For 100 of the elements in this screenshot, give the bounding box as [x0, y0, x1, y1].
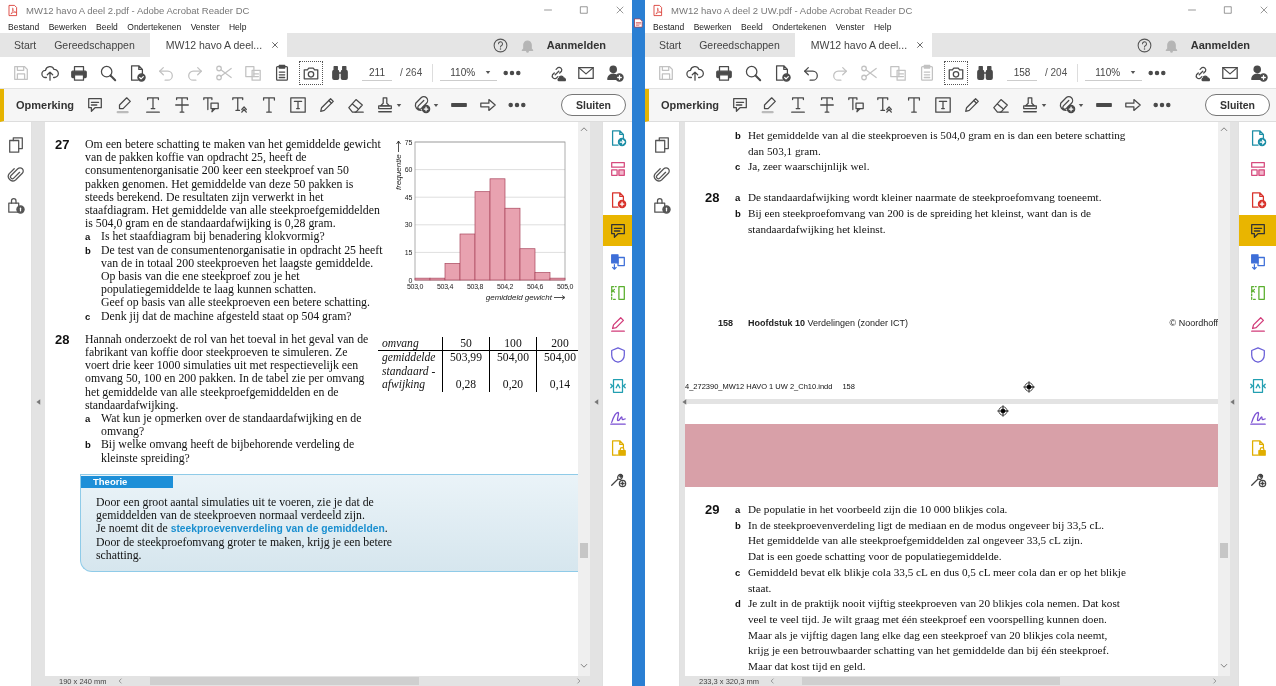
caret-icon[interactable] — [1041, 102, 1048, 108]
text-box-icon[interactable] — [288, 96, 307, 114]
tab[interactable]: Gereedschappen — [690, 33, 789, 57]
add-user-icon[interactable] — [1249, 63, 1268, 82]
tab[interactable]: Start — [645, 33, 691, 57]
pages-icon[interactable] — [6, 136, 25, 154]
insert-text-icon[interactable] — [875, 96, 894, 114]
caret-icon[interactable] — [433, 102, 440, 108]
speech-bubble-icon[interactable] — [603, 215, 632, 246]
document-lock-icon[interactable] — [6, 196, 25, 214]
pen-icon[interactable] — [1248, 314, 1267, 333]
document-arrows-icon[interactable] — [608, 376, 627, 395]
menu-item[interactable]: Bestand — [8, 21, 40, 32]
strikethrough-icon[interactable] — [172, 96, 191, 114]
paperclip-plus-icon[interactable] — [412, 96, 431, 114]
insert-text-icon[interactable] — [230, 96, 249, 114]
chevron-down-icon[interactable] — [580, 662, 588, 670]
documents-icon[interactable] — [608, 252, 627, 271]
caret-icon[interactable] — [396, 102, 403, 108]
eraser-icon[interactable] — [346, 96, 365, 114]
pen-icon[interactable] — [608, 314, 627, 333]
sign-in-link[interactable]: Aanmelden — [546, 39, 606, 51]
chevron-up-icon[interactable] — [1220, 125, 1228, 133]
highlighter-icon[interactable] — [114, 96, 133, 114]
camera-icon[interactable] — [943, 60, 968, 85]
text-box-icon[interactable] — [933, 96, 952, 114]
replace-text-icon[interactable] — [201, 96, 220, 114]
menu-item[interactable]: Help — [873, 21, 892, 32]
scrollbar-thumb[interactable] — [580, 543, 588, 558]
print-icon[interactable] — [714, 63, 733, 82]
tab[interactable]: Gereedschappen — [45, 33, 144, 57]
search-icon[interactable] — [98, 63, 117, 82]
menu-item[interactable]: Beeld — [741, 21, 763, 32]
close-button[interactable]: Sluiten — [1205, 94, 1270, 116]
pages-icon[interactable] — [653, 136, 671, 154]
cloud-upload-icon[interactable] — [40, 63, 59, 82]
arrow-icon[interactable] — [1123, 96, 1142, 114]
stamp-icon[interactable] — [375, 96, 394, 114]
document-arrows-icon[interactable] — [1248, 376, 1267, 395]
page-number-field[interactable]: 158 — [1007, 64, 1037, 81]
scrollbar-thumb[interactable] — [1220, 543, 1228, 558]
speech-bubble-icon[interactable] — [1239, 215, 1276, 246]
close-icon[interactable] — [271, 41, 280, 49]
panel-toggle-icon[interactable] — [593, 398, 600, 406]
scrollbar-thumb[interactable] — [801, 677, 1061, 685]
menu-item[interactable]: Bewerken — [693, 21, 732, 32]
menu-item[interactable]: Bestand — [653, 21, 685, 32]
columns-icon[interactable] — [1248, 283, 1267, 302]
tab[interactable]: MW12 havo A deel... — [149, 33, 288, 57]
replace-text-icon[interactable] — [846, 96, 865, 114]
paperclip-icon[interactable] — [653, 166, 671, 184]
close-button[interactable]: Sluiten — [561, 94, 626, 116]
comment-icon[interactable] — [730, 96, 749, 114]
scrollbar-thumb[interactable] — [149, 677, 419, 685]
stamp-icon[interactable] — [1020, 96, 1039, 114]
cloud-upload-icon[interactable] — [685, 63, 704, 82]
tab[interactable]: MW12 havo A deel... — [794, 33, 933, 57]
documents-icon[interactable] — [1248, 252, 1267, 271]
pencil-icon[interactable] — [962, 96, 981, 114]
binoculars-icon[interactable] — [330, 63, 349, 82]
underline-text-icon[interactable] — [788, 96, 807, 114]
tab[interactable]: Start — [0, 33, 46, 57]
binoculars-icon[interactable] — [975, 63, 994, 82]
camera-icon[interactable] — [298, 60, 323, 85]
help-icon[interactable] — [492, 37, 508, 53]
columns-icon[interactable] — [608, 283, 627, 302]
zoom-dropdown[interactable]: 110% — [440, 64, 498, 81]
document-lock-icon[interactable] — [653, 196, 671, 214]
eraser-icon[interactable] — [991, 96, 1010, 114]
highlighter-icon[interactable] — [759, 96, 778, 114]
close-icon[interactable] — [916, 41, 925, 49]
chevron-up-icon[interactable] — [580, 125, 588, 133]
page-number-field[interactable]: 211 — [362, 64, 392, 81]
menu-item[interactable]: Ondertekenen — [127, 21, 182, 32]
panel-toggle-icon[interactable] — [681, 398, 688, 406]
help-icon[interactable] — [1136, 37, 1152, 53]
close-icon[interactable] — [1259, 5, 1269, 15]
paperclip-icon[interactable] — [6, 166, 25, 184]
menu-item[interactable]: Ondertekenen — [772, 21, 827, 32]
layout-icon[interactable] — [1248, 159, 1267, 178]
layout-icon[interactable] — [608, 159, 627, 178]
close-icon[interactable] — [615, 5, 625, 15]
comment-icon[interactable] — [85, 96, 104, 114]
zoom-dropdown[interactable]: 110% — [1085, 64, 1143, 81]
menu-item[interactable]: Beeld — [96, 21, 118, 32]
menu-item[interactable]: Venster — [190, 21, 220, 32]
pencil-icon[interactable] — [317, 96, 336, 114]
sign-in-link[interactable]: Aanmelden — [1190, 39, 1250, 51]
search-icon[interactable] — [743, 63, 762, 82]
menu-item[interactable]: Bewerken — [48, 21, 87, 32]
add-user-icon[interactable] — [605, 63, 624, 82]
arrow-icon[interactable] — [478, 96, 497, 114]
panel-toggle-icon[interactable] — [35, 398, 42, 406]
menu-item[interactable]: Venster — [835, 21, 865, 32]
menu-item[interactable]: Help — [228, 21, 247, 32]
paperclip-plus-icon[interactable] — [1057, 96, 1076, 114]
caret-icon[interactable] — [1078, 102, 1085, 108]
shield-icon[interactable] — [1248, 345, 1267, 364]
shield-icon[interactable] — [608, 345, 627, 364]
strikethrough-icon[interactable] — [817, 96, 836, 114]
